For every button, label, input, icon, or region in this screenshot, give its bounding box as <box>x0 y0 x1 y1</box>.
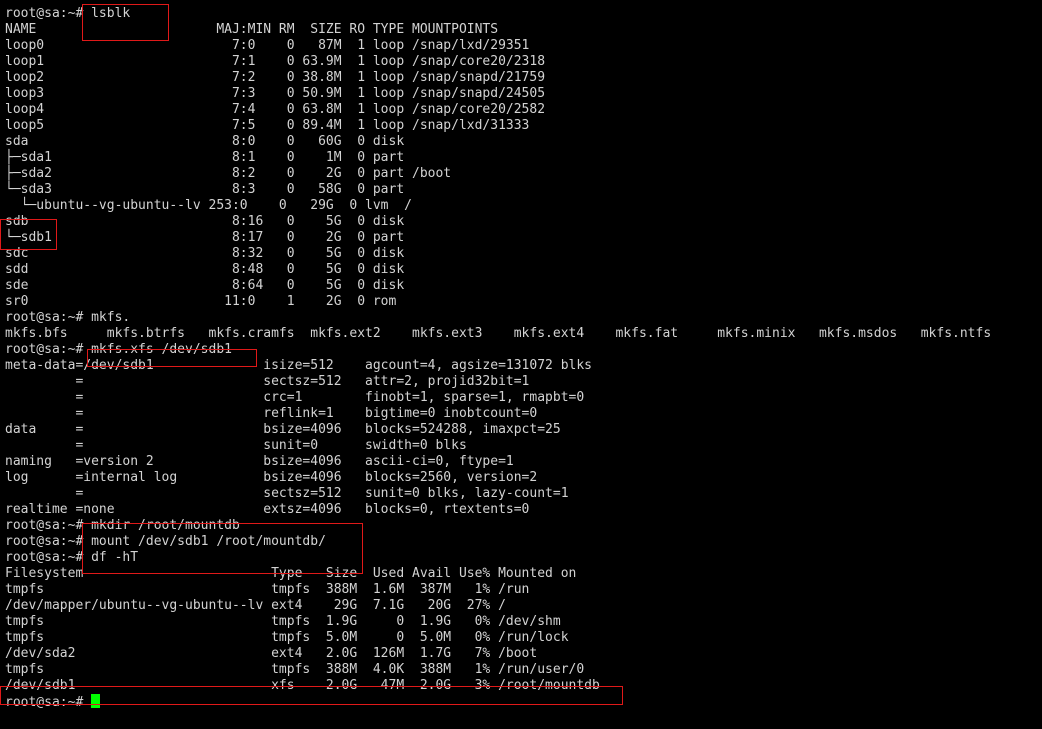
terminal-line: root@sa:~# df -hT <box>5 550 139 565</box>
terminal-line: ├─sda1 8:1 0 1M 0 part <box>5 150 405 165</box>
terminal-line: sde 8:64 0 5G 0 disk <box>5 278 405 293</box>
terminal-line: sdd 8:48 0 5G 0 disk <box>5 262 405 277</box>
terminal-line: = sunit=0 swidth=0 blks <box>5 438 467 453</box>
terminal-line: loop3 7:3 0 50.9M 1 loop /snap/snapd/245… <box>5 86 546 101</box>
terminal-line: meta-data=/dev/sdb1 isize=512 agcount=4,… <box>5 358 592 373</box>
terminal-prompt: root@sa:~# <box>5 695 92 710</box>
terminal-cursor <box>91 694 101 708</box>
terminal-line: naming =version 2 bsize=4096 ascii-ci=0,… <box>5 454 514 469</box>
terminal-line: loop0 7:0 0 87M 1 loop /snap/lxd/29351 <box>5 38 530 53</box>
terminal-line: root@sa:~# mkfs. <box>5 310 131 325</box>
terminal-line: log =internal log bsize=4096 blocks=2560… <box>5 470 538 485</box>
terminal-line: sdc 8:32 0 5G 0 disk <box>5 246 405 261</box>
terminal-line: realtime =none extsz=4096 blocks=0, rtex… <box>5 502 530 517</box>
terminal-line: └─sda3 8:3 0 58G 0 part <box>5 182 405 197</box>
terminal-line: root@sa:~# mkfs.xfs /dev/sdb1 <box>5 342 232 357</box>
terminal-line: /dev/mapper/ubuntu--vg-ubuntu--lv ext4 2… <box>5 598 506 613</box>
terminal-line: ├─sda2 8:2 0 2G 0 part /boot <box>5 166 452 181</box>
terminal-line: sda 8:0 0 60G 0 disk <box>5 134 405 149</box>
terminal-line: = crc=1 finobt=1, sparse=1, rmapbt=0 <box>5 390 585 405</box>
terminal-line: NAME MAJ:MIN RM SIZE RO TYPE MOUNTPOINTS <box>5 22 499 37</box>
terminal-line: loop2 7:2 0 38.8M 1 loop /snap/snapd/217… <box>5 70 546 85</box>
terminal-line: = sectsz=512 sunit=0 blks, lazy-count=1 <box>5 486 569 501</box>
terminal-line: └─sdb1 8:17 0 2G 0 part <box>5 230 405 245</box>
terminal-line: root@sa:~# mkdir /root/mountdb <box>5 518 240 533</box>
terminal-output: root@sa:~# lsblk NAME MAJ:MIN RM SIZE RO… <box>5 6 991 710</box>
terminal-line: data = bsize=4096 blocks=524288, imaxpct… <box>5 422 561 437</box>
terminal-line: Filesystem Type Size Used Avail Use% Mou… <box>5 566 577 581</box>
terminal-line: = reflink=1 bigtime=0 inobtcount=0 <box>5 406 538 421</box>
terminal-line: /dev/sdb1 xfs 2.0G 47M 2.0G 3% /root/mou… <box>5 678 600 693</box>
terminal-window[interactable]: root@sa:~# lsblk NAME MAJ:MIN RM SIZE RO… <box>0 0 1042 729</box>
terminal-line: └─ubuntu--vg-ubuntu--lv 253:0 0 29G 0 lv… <box>5 198 412 213</box>
terminal-line: loop1 7:1 0 63.9M 1 loop /snap/core20/23… <box>5 54 546 69</box>
terminal-line: tmpfs tmpfs 5.0M 0 5.0M 0% /run/lock <box>5 630 569 645</box>
terminal-line: tmpfs tmpfs 1.9G 0 1.9G 0% /dev/shm <box>5 614 561 629</box>
terminal-line: mkfs.bfs mkfs.btrfs mkfs.cramfs mkfs.ext… <box>5 326 992 341</box>
terminal-line: /dev/sda2 ext4 2.0G 126M 1.7G 7% /boot <box>5 646 538 661</box>
terminal-line: = sectsz=512 attr=2, projid32bit=1 <box>5 374 530 389</box>
terminal-prompt-line[interactable]: root@sa:~# <box>5 694 991 710</box>
terminal-line: sr0 11:0 1 2G 0 rom <box>5 294 397 309</box>
terminal-line: tmpfs tmpfs 388M 1.6M 387M 1% /run <box>5 582 530 597</box>
terminal-line: loop4 7:4 0 63.8M 1 loop /snap/core20/25… <box>5 102 546 117</box>
terminal-line: root@sa:~# lsblk <box>5 6 131 21</box>
terminal-line: loop5 7:5 0 89.4M 1 loop /snap/lxd/31333 <box>5 118 530 133</box>
terminal-line: root@sa:~# mount /dev/sdb1 /root/mountdb… <box>5 534 326 549</box>
terminal-line: sdb 8:16 0 5G 0 disk <box>5 214 405 229</box>
terminal-line: tmpfs tmpfs 388M 4.0K 388M 1% /run/user/… <box>5 662 585 677</box>
